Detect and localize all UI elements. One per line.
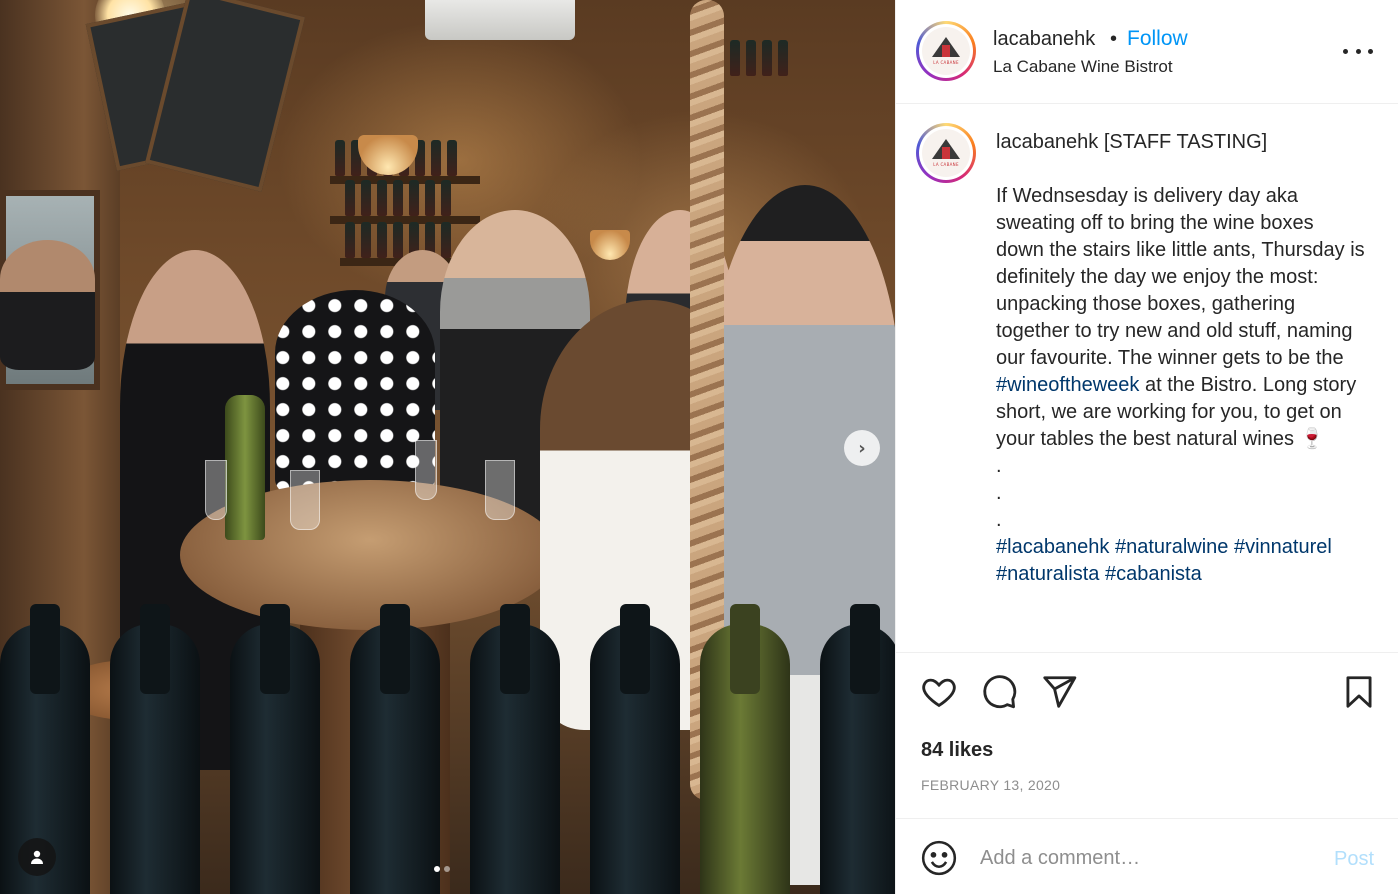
user-tag-icon bbox=[31, 850, 43, 864]
post-photo[interactable]: › bbox=[0, 0, 895, 894]
heart-icon bbox=[922, 678, 956, 708]
air-conditioner bbox=[425, 0, 575, 40]
comment-input[interactable] bbox=[980, 839, 1310, 877]
separator: • bbox=[1110, 28, 1118, 50]
pendant-lamp bbox=[590, 230, 630, 260]
location-link[interactable]: La Cabane Wine Bistrot bbox=[993, 57, 1173, 77]
hashtag-link[interactable]: #vinnaturel bbox=[1234, 536, 1332, 558]
post-comment-button[interactable]: Post bbox=[1334, 848, 1374, 871]
wine-glass bbox=[290, 470, 320, 530]
hashtag-link[interactable]: #naturalwine bbox=[1115, 536, 1228, 558]
foreground-bottle bbox=[820, 604, 895, 894]
comment-bar: Post bbox=[896, 818, 1398, 894]
brand-logo: LA CABANE bbox=[922, 27, 970, 75]
brand-logo: LA CABANE bbox=[922, 129, 970, 177]
paper-plane-icon bbox=[1043, 676, 1077, 708]
more-options-button[interactable] bbox=[1343, 36, 1373, 66]
logo-text: LA CABANE bbox=[933, 60, 959, 65]
foreground-bottle bbox=[110, 604, 200, 894]
action-bar: 84 likes FEBRUARY 13, 2020 bbox=[896, 652, 1398, 818]
foreground-bottle bbox=[470, 604, 560, 894]
hashtag-link[interactable]: #wineoftheweek bbox=[996, 374, 1139, 396]
post-header: LA CABANE lacabanehk • Follow La Cabane … bbox=[896, 0, 1398, 104]
person bbox=[275, 290, 435, 500]
wine-glass bbox=[485, 460, 515, 520]
comment-icon bbox=[983, 675, 1017, 709]
follow-button[interactable]: Follow bbox=[1127, 27, 1188, 51]
hashtag-link[interactable]: #naturalista bbox=[996, 563, 1099, 585]
shelf-bottles bbox=[345, 180, 451, 216]
shelf-bottles bbox=[730, 40, 788, 76]
caption-body: If Wednsesday is delivery day aka sweati… bbox=[996, 185, 1371, 369]
chevron-right-icon: › bbox=[858, 437, 866, 459]
foreground-bottle bbox=[590, 604, 680, 894]
carousel-dot bbox=[434, 866, 440, 872]
tagged-users-button[interactable] bbox=[18, 838, 56, 876]
caption-username[interactable]: lacabanehk bbox=[996, 131, 1098, 153]
post-date: FEBRUARY 13, 2020 bbox=[921, 777, 1061, 793]
smiley-icon bbox=[921, 840, 957, 876]
header-username[interactable]: lacabanehk bbox=[993, 28, 1095, 51]
foreground-bottle bbox=[700, 604, 790, 894]
person bbox=[0, 240, 95, 370]
caption-text: lacabanehk [STAFF TASTING] If Wednsesday… bbox=[996, 129, 1366, 588]
save-button[interactable] bbox=[1340, 673, 1378, 711]
caption-area: LA CABANE lacabanehk [STAFF TASTING] If … bbox=[896, 105, 1398, 652]
wine-bottle bbox=[225, 395, 265, 540]
emoji-button[interactable] bbox=[920, 839, 958, 877]
next-slide-button[interactable]: › bbox=[844, 430, 880, 466]
wine-glass bbox=[415, 440, 437, 500]
avatar[interactable]: LA CABANE bbox=[916, 21, 976, 81]
like-button[interactable] bbox=[920, 673, 958, 711]
comment-button[interactable] bbox=[980, 673, 1018, 711]
avatar[interactable]: LA CABANE bbox=[916, 123, 976, 183]
carousel-indicator bbox=[434, 866, 450, 872]
foreground-bottle bbox=[350, 604, 440, 894]
more-dots-icon bbox=[1343, 48, 1348, 54]
post-side-panel: LA CABANE lacabanehk • Follow La Cabane … bbox=[895, 0, 1398, 894]
like-count[interactable]: 84 likes bbox=[921, 739, 993, 762]
foreground-bottle bbox=[230, 604, 320, 894]
carousel-dot bbox=[444, 866, 450, 872]
caption-dots: . . . bbox=[996, 455, 1002, 531]
caption-title: [STAFF TASTING] bbox=[1103, 131, 1268, 153]
hashtag-link[interactable]: #lacabanehk bbox=[996, 536, 1109, 558]
logo-text: LA CABANE bbox=[933, 162, 959, 167]
bookmark-icon bbox=[1346, 676, 1372, 708]
wine-emoji: 🍷 bbox=[1299, 428, 1325, 450]
hashtag-link[interactable]: #cabanista bbox=[1105, 563, 1202, 585]
share-button[interactable] bbox=[1040, 673, 1078, 711]
wine-glass bbox=[205, 460, 227, 520]
